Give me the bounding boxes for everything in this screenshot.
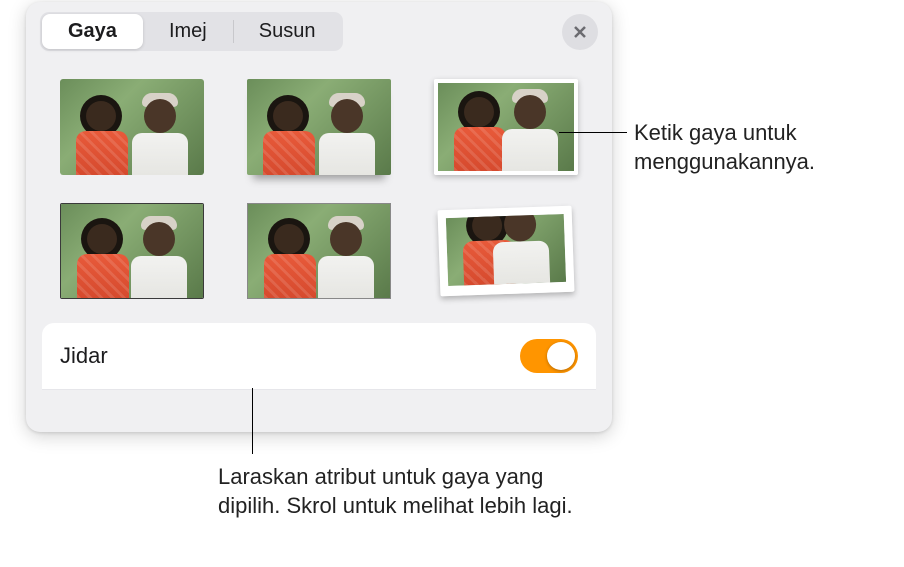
close-icon	[572, 24, 588, 40]
style-option-light-border[interactable]	[245, 201, 393, 301]
style-thumbnail	[60, 79, 204, 175]
jidar-row[interactable]: Jidar	[42, 323, 596, 390]
segmented-control: Gaya Imej Susun	[40, 12, 343, 51]
style-thumbnail	[434, 79, 578, 175]
jidar-label: Jidar	[60, 343, 108, 369]
close-button[interactable]	[562, 14, 598, 50]
tab-gaya[interactable]: Gaya	[42, 14, 143, 49]
tab-imej[interactable]: Imej	[143, 14, 233, 49]
callout-leader	[559, 132, 627, 133]
callout-adjust-attributes: Laraskan atribut untuk gaya yang dipilih…	[218, 462, 578, 520]
panel-header: Gaya Imej Susun	[26, 2, 612, 59]
tab-susun[interactable]: Susun	[233, 14, 342, 49]
style-thumbnail	[247, 203, 391, 299]
tab-label: Susun	[259, 20, 316, 42]
tab-label: Gaya	[68, 20, 117, 42]
callout-leader	[252, 388, 253, 454]
style-thumbnail	[60, 203, 204, 299]
style-option-white-frame[interactable]	[432, 77, 580, 177]
style-option-reflection[interactable]	[245, 77, 393, 177]
styles-grid	[26, 59, 612, 323]
style-thumbnail	[437, 206, 574, 297]
style-option-plain[interactable]	[58, 77, 206, 177]
style-option-polaroid[interactable]	[430, 198, 581, 303]
style-option-dark-border[interactable]	[58, 201, 206, 301]
toggle-knob	[547, 342, 575, 370]
tab-label: Imej	[169, 20, 207, 42]
style-thumbnail	[247, 79, 391, 175]
callout-use-style: Ketik gaya untuk menggunakannya.	[634, 118, 894, 176]
jidar-toggle[interactable]	[520, 339, 578, 373]
format-panel: Gaya Imej Susun	[26, 2, 612, 432]
